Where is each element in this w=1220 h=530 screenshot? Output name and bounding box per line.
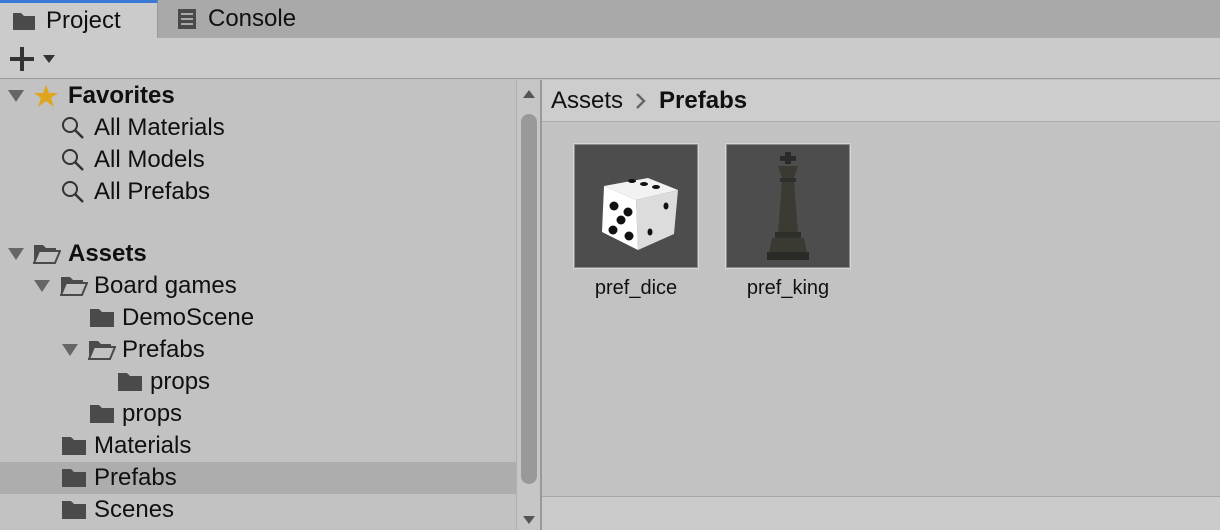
tree-item-label: Prefabs (122, 336, 205, 363)
tree-item-prefabs[interactable]: Prefabs (0, 462, 516, 494)
scrollbar-thumb[interactable] (521, 114, 537, 484)
project-tree: Favorites All Materials All Models All P… (0, 80, 516, 530)
folder-open-icon (60, 270, 88, 302)
tree-item-scenes[interactable]: Scenes (0, 494, 516, 526)
tree-item-label: All Prefabs (94, 178, 211, 205)
tree-item-prefabs-nested[interactable]: Prefabs (0, 334, 516, 366)
star-icon (33, 80, 59, 112)
asset-tile-pref-dice[interactable]: pref_dice (574, 144, 698, 300)
asset-name: pref_king (746, 277, 830, 299)
folder-icon (60, 494, 88, 526)
breadcrumb-current[interactable]: Prefabs (659, 87, 747, 115)
tree-item-props-nested[interactable]: props (0, 366, 516, 398)
tree-item-materials[interactable]: Materials (0, 430, 516, 462)
tree-item-label: All Models (94, 146, 205, 173)
tab-bar: Project Console (0, 0, 1220, 38)
search-icon (60, 144, 86, 176)
search-icon (60, 176, 86, 208)
chevron-right-icon (635, 92, 647, 110)
tree-item-label: Board games (94, 272, 237, 299)
asset-browser: Assets Prefabs pref_dice pref_king (542, 80, 1220, 530)
expand-arrow-icon[interactable] (6, 80, 26, 112)
breadcrumb: Assets Prefabs (542, 80, 1220, 122)
tree-item-label: Prefabs (94, 464, 177, 491)
asset-name: pref_dice (594, 277, 678, 299)
tree-item-props[interactable]: props (0, 398, 516, 430)
create-button[interactable] (8, 44, 62, 74)
chess-king-thumbnail (726, 144, 850, 268)
status-bar (542, 496, 1220, 530)
tree-item-label: Materials (94, 432, 192, 459)
asset-tile-pref-king[interactable]: pref_king (726, 144, 850, 300)
folder-icon (88, 398, 116, 430)
tab-project-label: Project (46, 6, 121, 34)
tree-favorites-label: Favorites (68, 82, 175, 109)
breadcrumb-assets[interactable]: Assets (551, 87, 623, 115)
tab-console-label: Console (208, 5, 297, 32)
dice-thumbnail (574, 144, 698, 268)
console-icon (176, 8, 198, 30)
tab-project[interactable]: Project (0, 0, 158, 38)
scroll-down-arrow-icon[interactable] (517, 512, 541, 528)
tab-console[interactable]: Console (176, 0, 336, 38)
tree-item-label: Scenes (94, 496, 175, 523)
tree-item-board-games[interactable]: Board games (0, 270, 516, 302)
folder-icon (12, 11, 36, 31)
tree-item-label: All Materials (94, 114, 225, 141)
tree-item-label: props (150, 368, 211, 395)
folder-open-icon (88, 334, 116, 366)
tree-item-label: DemoScene (122, 304, 255, 331)
folder-icon (60, 462, 88, 494)
folder-icon (88, 302, 116, 334)
tree-item-demoscene[interactable]: DemoScene (0, 302, 516, 334)
tree-assets-label: Assets (68, 240, 147, 267)
tree-item-all-prefabs[interactable]: All Prefabs (0, 176, 516, 208)
expand-arrow-icon[interactable] (6, 238, 26, 270)
tree-favorites[interactable]: Favorites (0, 80, 516, 112)
search-icon (60, 112, 86, 144)
plus-icon (8, 45, 36, 73)
folder-open-icon (33, 238, 61, 270)
tree-item-label: props (122, 400, 183, 427)
tree-assets[interactable]: Assets (0, 238, 516, 270)
expand-arrow-icon[interactable] (60, 334, 80, 366)
project-toolbar (0, 38, 1220, 79)
caret-down-icon (42, 54, 56, 64)
tree-item-all-materials[interactable]: All Materials (0, 112, 516, 144)
expand-arrow-icon[interactable] (32, 270, 52, 302)
folder-icon (116, 366, 144, 398)
tree-scrollbar[interactable] (516, 80, 540, 530)
scroll-up-arrow-icon[interactable] (517, 86, 541, 102)
folder-icon (60, 430, 88, 462)
tree-item-all-models[interactable]: All Models (0, 144, 516, 176)
